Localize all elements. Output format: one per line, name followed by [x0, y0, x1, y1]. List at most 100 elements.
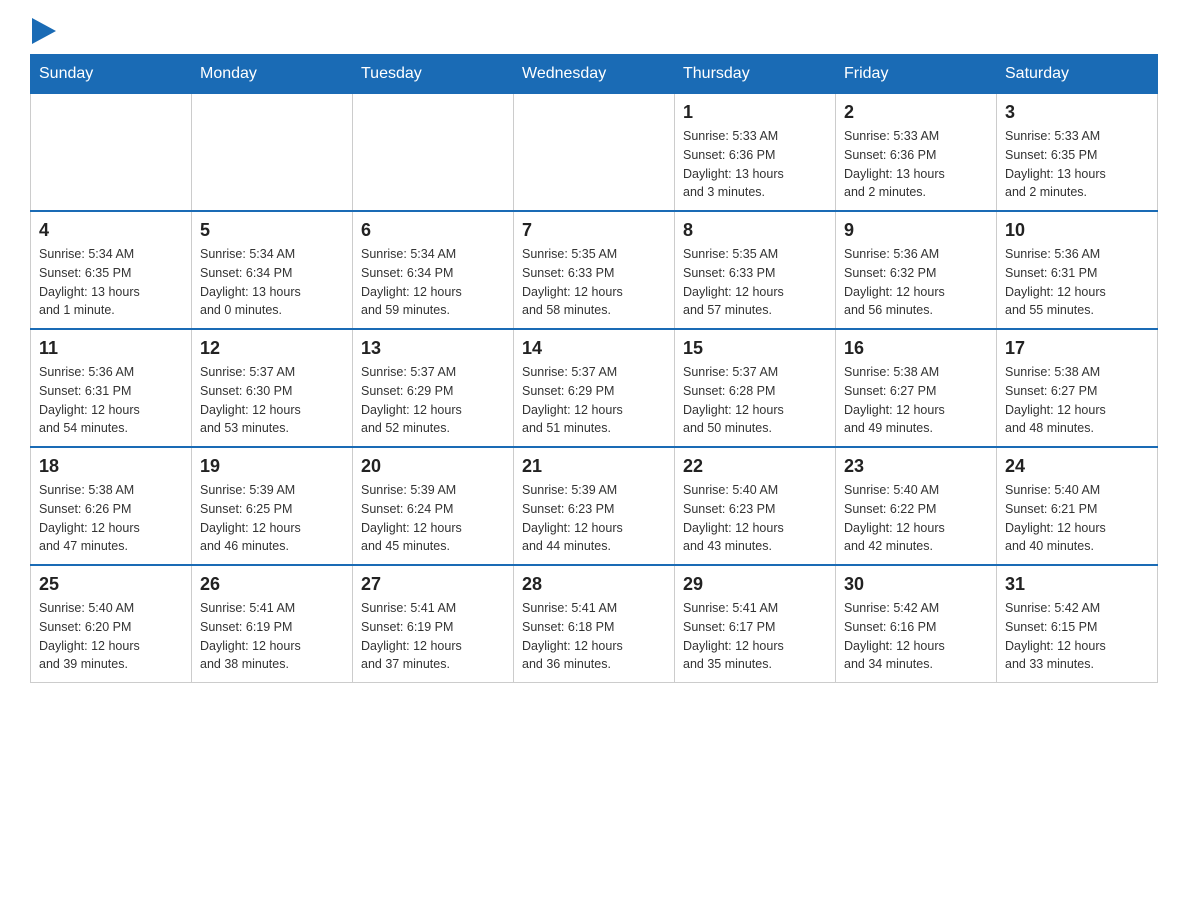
day-cell: 23Sunrise: 5:40 AMSunset: 6:22 PMDayligh…: [836, 447, 997, 565]
day-cell: 18 Sunrise: 5:38 AMSunset: 6:26 PMDayligh…: [31, 447, 192, 565]
day-cell: 31 Sunrise: 5:42 AMSunset: 6:15 PMDayligh…: [997, 565, 1158, 683]
day-info: Sunrise: 5:37 AMSunset: 6:29 PMDaylight:…: [522, 363, 666, 438]
day-number: 26: [200, 574, 344, 595]
day-number: 30: [844, 574, 988, 595]
day-number: 11: [39, 338, 183, 359]
day-info: Sunrise: 5:34 AMSunset: 6:34 PMDaylight:…: [200, 245, 344, 320]
day-number: 21: [522, 456, 666, 477]
day-info: Sunrise: 5:34 AMSunset: 6:35 PMDaylight:…: [39, 245, 183, 320]
header-monday: Monday: [192, 55, 353, 94]
day-info: Sunrise: 5:39 AMSunset: 6:24 PMDaylight:…: [361, 481, 505, 556]
day-info: Sunrise: 5:41 AMSunset: 6:19 PMDaylight:…: [361, 599, 505, 674]
day-info: Sunrise: 5:39 AMSunset: 6:23 PMDaylight:…: [522, 481, 666, 556]
day-number: 4: [39, 220, 183, 241]
header-wednesday: Wednesday: [514, 55, 675, 94]
day-cell: 4 Sunrise: 5:34 AMSunset: 6:35 PMDaylight…: [31, 211, 192, 329]
day-cell: 13 Sunrise: 5:37 AMSunset: 6:29 PMDayligh…: [353, 329, 514, 447]
day-info: Sunrise: 5:42 AMSunset: 6:16 PMDaylight:…: [844, 599, 988, 674]
day-info: Sunrise: 5:37 AMSunset: 6:29 PMDaylight:…: [361, 363, 505, 438]
day-info: Sunrise: 5:34 AMSunset: 6:34 PMDaylight:…: [361, 245, 505, 320]
day-cell: 21 Sunrise: 5:39 AMSunset: 6:23 PMDayligh…: [514, 447, 675, 565]
day-cell: 3 Sunrise: 5:33 AMSunset: 6:35 PMDaylight…: [997, 94, 1158, 212]
day-cell: 12Sunrise: 5:37 AMSunset: 6:30 PMDayligh…: [192, 329, 353, 447]
day-number: 29: [683, 574, 827, 595]
day-cell: 7 Sunrise: 5:35 AMSunset: 6:33 PMDaylight…: [514, 211, 675, 329]
week-row-4: 18 Sunrise: 5:38 AMSunset: 6:26 PMDayligh…: [31, 447, 1158, 565]
logo-arrow-icon: [32, 18, 56, 44]
day-number: 27: [361, 574, 505, 595]
day-number: 18: [39, 456, 183, 477]
day-number: 28: [522, 574, 666, 595]
day-number: 2: [844, 102, 988, 123]
week-row-1: 1 Sunrise: 5:33 AMSunset: 6:36 PMDaylight…: [31, 94, 1158, 212]
day-cell: [192, 94, 353, 212]
day-cell: [353, 94, 514, 212]
day-number: 6: [361, 220, 505, 241]
day-cell: 6 Sunrise: 5:34 AMSunset: 6:34 PMDaylight…: [353, 211, 514, 329]
day-cell: 15 Sunrise: 5:37 AMSunset: 6:28 PMDayligh…: [675, 329, 836, 447]
header-thursday: Thursday: [675, 55, 836, 94]
header-sunday: Sunday: [31, 55, 192, 94]
day-cell: 30 Sunrise: 5:42 AMSunset: 6:16 PMDayligh…: [836, 565, 997, 683]
day-cell: 24Sunrise: 5:40 AMSunset: 6:21 PMDayligh…: [997, 447, 1158, 565]
day-cell: 20Sunrise: 5:39 AMSunset: 6:24 PMDayligh…: [353, 447, 514, 565]
day-number: 22: [683, 456, 827, 477]
day-info: Sunrise: 5:42 AMSunset: 6:15 PMDaylight:…: [1005, 599, 1149, 674]
day-number: 25: [39, 574, 183, 595]
day-cell: 16 Sunrise: 5:38 AMSunset: 6:27 PMDayligh…: [836, 329, 997, 447]
day-info: Sunrise: 5:33 AMSunset: 6:36 PMDaylight:…: [844, 127, 988, 202]
day-info: Sunrise: 5:40 AMSunset: 6:23 PMDaylight:…: [683, 481, 827, 556]
day-cell: [31, 94, 192, 212]
day-number: 13: [361, 338, 505, 359]
day-cell: 11 Sunrise: 5:36 AMSunset: 6:31 PMDayligh…: [31, 329, 192, 447]
calendar-body: 1 Sunrise: 5:33 AMSunset: 6:36 PMDaylight…: [31, 94, 1158, 683]
day-cell: 28 Sunrise: 5:41 AMSunset: 6:18 PMDayligh…: [514, 565, 675, 683]
day-cell: 2 Sunrise: 5:33 AMSunset: 6:36 PMDaylight…: [836, 94, 997, 212]
day-number: 31: [1005, 574, 1149, 595]
logo: [30, 20, 56, 44]
day-cell: 5 Sunrise: 5:34 AMSunset: 6:34 PMDaylight…: [192, 211, 353, 329]
day-number: 23: [844, 456, 988, 477]
day-cell: 9Sunrise: 5:36 AMSunset: 6:32 PMDaylight…: [836, 211, 997, 329]
day-info: Sunrise: 5:41 AMSunset: 6:17 PMDaylight:…: [683, 599, 827, 674]
day-info: Sunrise: 5:35 AMSunset: 6:33 PMDaylight:…: [683, 245, 827, 320]
day-number: 19: [200, 456, 344, 477]
day-cell: 17Sunrise: 5:38 AMSunset: 6:27 PMDayligh…: [997, 329, 1158, 447]
day-info: Sunrise: 5:35 AMSunset: 6:33 PMDaylight:…: [522, 245, 666, 320]
day-number: 5: [200, 220, 344, 241]
week-row-5: 25 Sunrise: 5:40 AMSunset: 6:20 PMDayligh…: [31, 565, 1158, 683]
day-cell: 1 Sunrise: 5:33 AMSunset: 6:36 PMDaylight…: [675, 94, 836, 212]
day-number: 3: [1005, 102, 1149, 123]
day-info: Sunrise: 5:40 AMSunset: 6:20 PMDaylight:…: [39, 599, 183, 674]
day-cell: [514, 94, 675, 212]
day-number: 7: [522, 220, 666, 241]
day-info: Sunrise: 5:36 AMSunset: 6:31 PMDaylight:…: [39, 363, 183, 438]
day-cell: 8 Sunrise: 5:35 AMSunset: 6:33 PMDaylight…: [675, 211, 836, 329]
day-cell: 25 Sunrise: 5:40 AMSunset: 6:20 PMDayligh…: [31, 565, 192, 683]
day-info: Sunrise: 5:33 AMSunset: 6:36 PMDaylight:…: [683, 127, 827, 202]
day-number: 10: [1005, 220, 1149, 241]
day-number: 1: [683, 102, 827, 123]
day-headers-row: SundayMondayTuesdayWednesdayThursdayFrid…: [31, 55, 1158, 94]
day-cell: 22 Sunrise: 5:40 AMSunset: 6:23 PMDayligh…: [675, 447, 836, 565]
day-cell: 14 Sunrise: 5:37 AMSunset: 6:29 PMDayligh…: [514, 329, 675, 447]
day-number: 8: [683, 220, 827, 241]
day-number: 16: [844, 338, 988, 359]
day-info: Sunrise: 5:41 AMSunset: 6:18 PMDaylight:…: [522, 599, 666, 674]
day-info: Sunrise: 5:38 AMSunset: 6:27 PMDaylight:…: [844, 363, 988, 438]
header-saturday: Saturday: [997, 55, 1158, 94]
day-number: 15: [683, 338, 827, 359]
day-cell: 26Sunrise: 5:41 AMSunset: 6:19 PMDayligh…: [192, 565, 353, 683]
calendar-header: SundayMondayTuesdayWednesdayThursdayFrid…: [31, 55, 1158, 94]
day-number: 14: [522, 338, 666, 359]
day-info: Sunrise: 5:37 AMSunset: 6:30 PMDaylight:…: [200, 363, 344, 438]
day-cell: 29 Sunrise: 5:41 AMSunset: 6:17 PMDayligh…: [675, 565, 836, 683]
day-cell: 10Sunrise: 5:36 AMSunset: 6:31 PMDayligh…: [997, 211, 1158, 329]
calendar-table: SundayMondayTuesdayWednesdayThursdayFrid…: [30, 54, 1158, 683]
header-friday: Friday: [836, 55, 997, 94]
page-header: [30, 20, 1158, 44]
day-number: 24: [1005, 456, 1149, 477]
day-info: Sunrise: 5:33 AMSunset: 6:35 PMDaylight:…: [1005, 127, 1149, 202]
day-info: Sunrise: 5:38 AMSunset: 6:26 PMDaylight:…: [39, 481, 183, 556]
day-info: Sunrise: 5:37 AMSunset: 6:28 PMDaylight:…: [683, 363, 827, 438]
